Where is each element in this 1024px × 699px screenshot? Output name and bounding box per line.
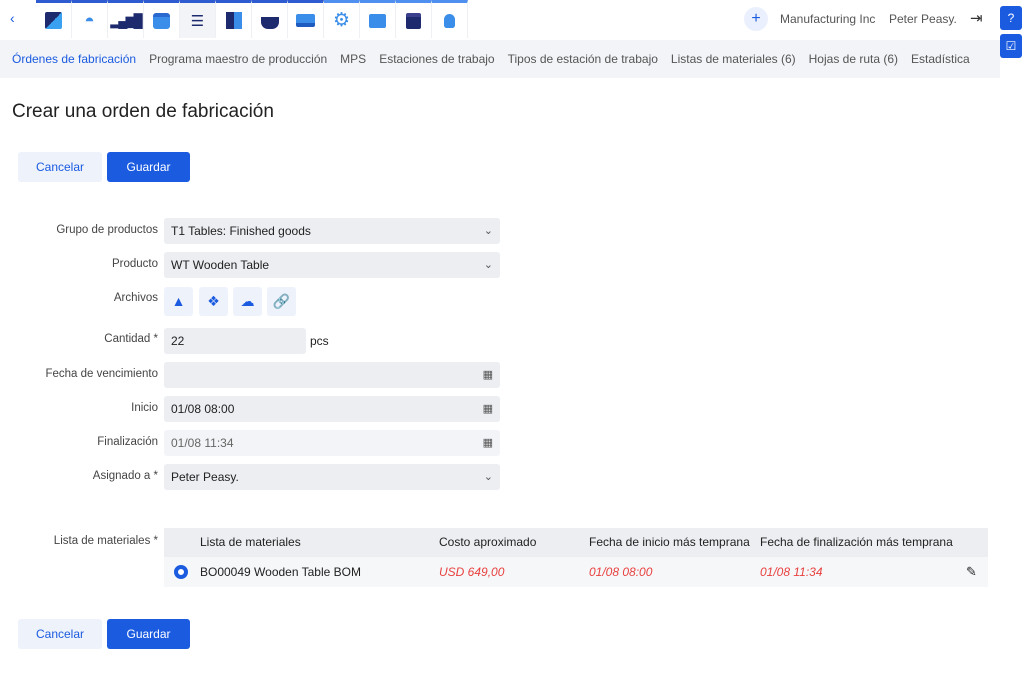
start-input[interactable]: 01/08 08:00 ▦ bbox=[164, 396, 500, 422]
product-select[interactable]: WT Wooden Table ⌄ bbox=[164, 252, 500, 278]
app-switcher: ◓ ▂▄▆█ ☰ ⚙ bbox=[36, 0, 468, 38]
tab-mps[interactable]: MPS bbox=[340, 52, 366, 66]
google-drive-icon: ▲ bbox=[171, 293, 186, 309]
col-start: Fecha de inicio más temprana bbox=[589, 535, 750, 549]
quantity-label: Cantidad * bbox=[104, 333, 158, 345]
app-presentation[interactable] bbox=[360, 0, 396, 38]
app-dashboard[interactable] bbox=[36, 0, 72, 38]
tab-tipos-estacion[interactable]: Tipos de estación de trabajo bbox=[508, 52, 658, 66]
quantity-unit: pcs bbox=[310, 334, 329, 348]
due-date-label: Fecha de vencimiento bbox=[45, 368, 158, 380]
calendar-icon: ▦ bbox=[482, 437, 493, 449]
question-icon: ? bbox=[1007, 11, 1015, 25]
start-value: 01/08 08:00 bbox=[171, 402, 235, 416]
dropbox-button[interactable]: ❖ bbox=[199, 287, 228, 316]
chevron-down-icon: ⌄ bbox=[483, 259, 493, 271]
cancel-button[interactable]: Cancelar bbox=[18, 152, 102, 182]
module-nav: Órdenes de fabricación Programa maestro … bbox=[0, 40, 1000, 78]
finish-label: Finalización bbox=[97, 436, 158, 448]
col-bom: Lista de materiales bbox=[200, 535, 301, 549]
tab-listas-materiales[interactable]: Listas de materiales (6) bbox=[671, 52, 796, 66]
page-title: Crear una orden de fabricación bbox=[12, 101, 274, 122]
quantity-input[interactable]: 22 bbox=[164, 328, 306, 354]
product-group-label: Grupo de productos bbox=[56, 224, 158, 236]
table-header: Lista de materiales Costo aproximado Fec… bbox=[164, 528, 988, 557]
speedometer-icon: ◓ bbox=[84, 10, 95, 30]
link-button[interactable]: 🔗 bbox=[267, 287, 296, 316]
dropbox-icon: ❖ bbox=[207, 293, 220, 309]
col-finish: Fecha de finalización más temprana bbox=[760, 535, 953, 549]
user-name[interactable]: Peter Peasy. bbox=[889, 12, 957, 26]
app-gifts[interactable] bbox=[396, 0, 432, 38]
checkbox-icon: ☑ bbox=[1005, 39, 1017, 53]
bom-radio[interactable] bbox=[174, 565, 188, 579]
chevron-left-icon[interactable]: ‹ bbox=[10, 10, 15, 26]
cloud-icon: ☁ bbox=[240, 293, 255, 309]
bom-name: BO00049 Wooden Table BOM bbox=[200, 565, 361, 579]
tab-estadistica[interactable]: Estadística bbox=[911, 52, 970, 66]
cancel-button-bottom[interactable]: Cancelar bbox=[18, 619, 102, 649]
app-speedometer[interactable]: ◓ bbox=[72, 0, 108, 38]
start-label: Inicio bbox=[131, 402, 158, 414]
chevron-down-icon: ⌄ bbox=[483, 225, 493, 237]
add-button[interactable]: + bbox=[744, 7, 768, 31]
presentation-icon bbox=[369, 13, 386, 28]
finish-value: 01/08 11:34 bbox=[171, 436, 234, 450]
product-value: WT Wooden Table bbox=[171, 258, 270, 272]
signal-bars-icon: ▂▄▆█ bbox=[110, 12, 142, 28]
calendar-icon: ▦ bbox=[482, 403, 493, 415]
app-ideas[interactable] bbox=[432, 0, 468, 38]
col-cost: Costo aproximado bbox=[439, 535, 537, 549]
bom-table: Lista de materiales Costo aproximado Fec… bbox=[164, 528, 988, 587]
app-manufacturing[interactable]: ☰ bbox=[180, 0, 216, 38]
bom-cost: USD 649,00 bbox=[439, 565, 505, 579]
bom-finish: 01/08 11:34 bbox=[760, 565, 823, 579]
gift-icon bbox=[406, 12, 421, 29]
table-row[interactable]: BO00049 Wooden Table BOM USD 649,00 01/0… bbox=[164, 557, 988, 587]
save-button[interactable]: Guardar bbox=[107, 152, 190, 182]
product-group-value: T1 Tables: Finished goods bbox=[171, 224, 311, 238]
dashboard-square-icon bbox=[45, 12, 62, 29]
gear-icon: ⚙ bbox=[332, 10, 351, 31]
files-label: Archivos bbox=[113, 292, 158, 304]
google-drive-button[interactable]: ▲ bbox=[164, 287, 193, 316]
tasks-button[interactable]: ☑ bbox=[1000, 34, 1022, 58]
due-date-input[interactable]: ▦ bbox=[164, 362, 500, 388]
basket-icon bbox=[260, 16, 279, 29]
bom-label: Lista de materiales * bbox=[53, 535, 158, 547]
bom-start: 01/08 08:00 bbox=[589, 565, 653, 579]
link-icon: 🔗 bbox=[272, 293, 291, 309]
gantt-icon: ☰ bbox=[190, 12, 205, 30]
product-group-select[interactable]: T1 Tables: Finished goods ⌄ bbox=[164, 218, 500, 244]
assigned-value: Peter Peasy. bbox=[171, 470, 239, 484]
pencil-icon[interactable]: ✎ bbox=[966, 557, 977, 587]
lightbulb-icon bbox=[444, 13, 455, 28]
product-label: Producto bbox=[111, 258, 158, 270]
tab-ordenes[interactable]: Órdenes de fabricación bbox=[12, 52, 136, 66]
app-settings[interactable]: ⚙ bbox=[324, 0, 360, 38]
app-files[interactable] bbox=[288, 0, 324, 38]
app-inventory[interactable] bbox=[216, 0, 252, 38]
top-bar: ‹ ◓ ▂▄▆█ ☰ ⚙ + Manufacturing Inc Peter P… bbox=[0, 0, 1024, 38]
app-calendar[interactable] bbox=[144, 0, 180, 38]
save-button-bottom[interactable]: Guardar bbox=[107, 619, 190, 649]
folder-icon bbox=[296, 14, 315, 27]
company-name[interactable]: Manufacturing Inc bbox=[780, 12, 875, 26]
tab-programa-maestro[interactable]: Programa maestro de producción bbox=[149, 52, 327, 66]
app-purchasing[interactable] bbox=[252, 0, 288, 38]
app-reports[interactable]: ▂▄▆█ bbox=[108, 0, 144, 38]
calendar-icon: ▦ bbox=[482, 369, 493, 381]
assigned-select[interactable]: Peter Peasy. ⌄ bbox=[164, 464, 500, 490]
onedrive-button[interactable]: ☁ bbox=[233, 287, 262, 316]
finish-input: 01/08 11:34 ▦ bbox=[164, 430, 500, 456]
assigned-label: Asignado a * bbox=[92, 470, 158, 482]
tab-estaciones[interactable]: Estaciones de trabajo bbox=[379, 52, 494, 66]
tab-hojas-ruta[interactable]: Hojas de ruta (6) bbox=[809, 52, 898, 66]
cube-icon bbox=[225, 12, 242, 29]
calendar-icon bbox=[153, 12, 170, 29]
logout-icon[interactable]: ⇥ bbox=[970, 9, 983, 27]
help-button[interactable]: ? bbox=[1000, 6, 1022, 30]
chevron-down-icon: ⌄ bbox=[483, 471, 493, 483]
